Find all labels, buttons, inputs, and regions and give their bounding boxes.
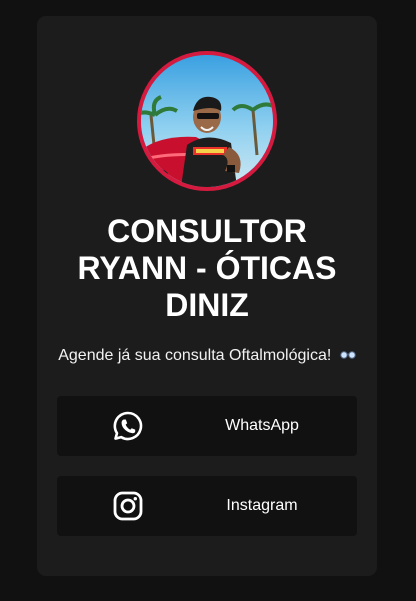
eyeglasses-icon [340,346,356,366]
avatar-photo [141,55,273,187]
bio-text: Agende já sua consulta Oftalmológica! [58,347,332,365]
profile-card: CONSULTOR RYANN - ÓTICAS DINIZ Agende já… [37,16,377,576]
instagram-icon [112,490,144,522]
whatsapp-link-button[interactable]: WhatsApp [57,396,357,456]
whatsapp-icon [112,410,144,442]
avatar [137,51,277,191]
whatsapp-label: WhatsApp [225,417,299,434]
profile-bio: Agende já sua consulta Oftalmológica! [37,346,377,366]
profile-name: CONSULTOR RYANN - ÓTICAS DINIZ [77,213,337,323]
instagram-label: Instagram [226,497,298,514]
instagram-link-button[interactable]: Instagram [57,476,357,536]
